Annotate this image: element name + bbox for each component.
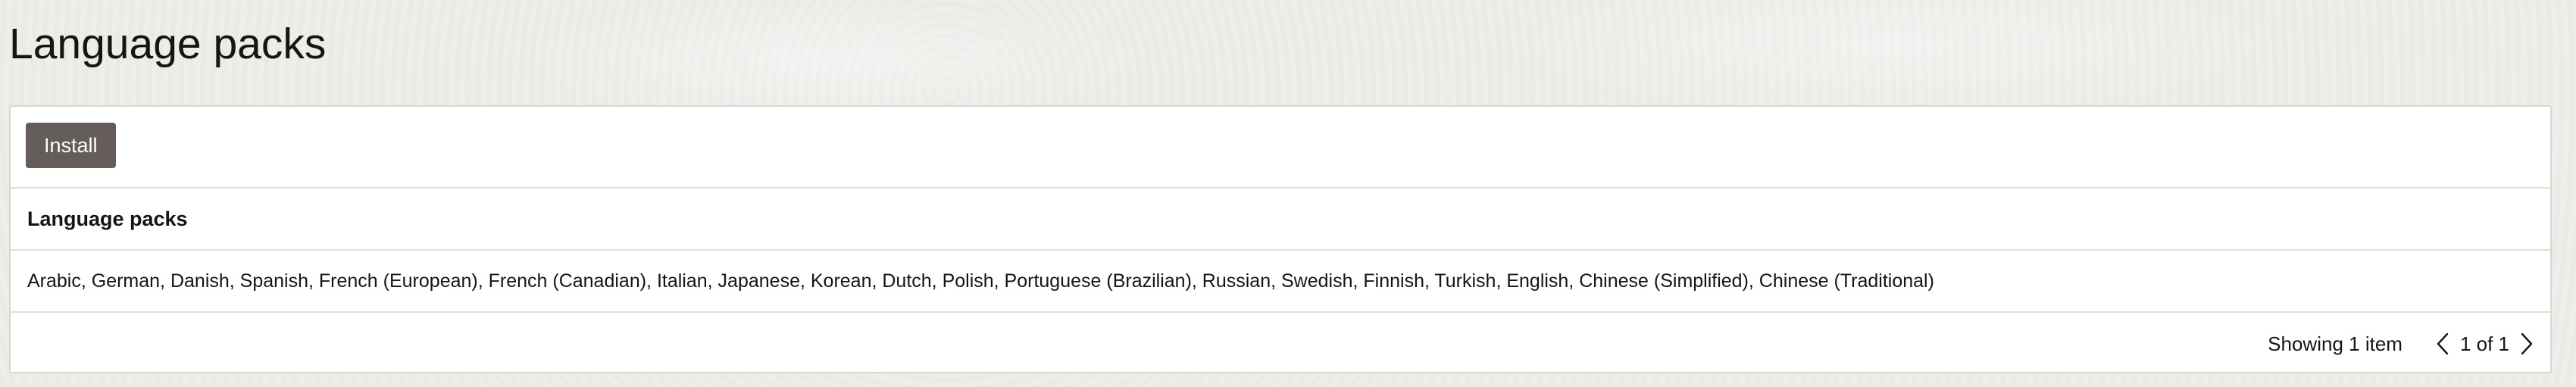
page-status: 1 of 1 (2459, 332, 2509, 355)
chevron-left-icon[interactable] (2433, 329, 2453, 358)
language-packs-panel: Install Language packs Arabic, German, D… (9, 105, 2552, 373)
showing-count: Showing 1 item (2268, 332, 2402, 355)
install-button[interactable]: Install (26, 123, 116, 168)
language-packs-cell: Arabic, German, Danish, Spanish, French … (27, 270, 1934, 292)
pager: 1 of 1 (2433, 329, 2537, 358)
column-header-language-packs: Language packs (27, 207, 188, 230)
chevron-right-icon[interactable] (2517, 329, 2537, 358)
table-header: Language packs (11, 189, 2550, 251)
table-row[interactable]: Arabic, German, Danish, Spanish, French … (11, 251, 2550, 313)
page-title: Language packs (9, 20, 327, 68)
toolbar: Install (11, 107, 2550, 189)
pagination-footer: Showing 1 item 1 of 1 (11, 313, 2550, 375)
language-packs-page: Language packs Install Language packs Ar… (0, 0, 2576, 387)
